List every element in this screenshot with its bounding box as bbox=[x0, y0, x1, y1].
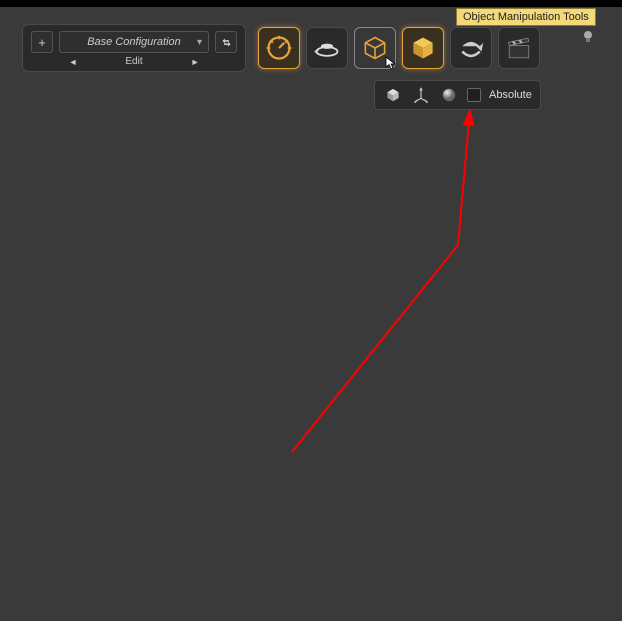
pivot-mode-button[interactable] bbox=[411, 85, 431, 105]
configuration-panel: + Base Configuration ◄ Edit ► bbox=[22, 24, 246, 72]
prev-config-arrow[interactable]: ◄ bbox=[68, 57, 77, 67]
svg-text:VISUALIZE: VISUALIZE bbox=[260, 397, 306, 429]
refresh-icon bbox=[220, 36, 233, 49]
refresh-button[interactable] bbox=[215, 31, 237, 53]
axes-icon bbox=[412, 86, 430, 104]
render-quality-button[interactable] bbox=[258, 27, 300, 69]
main-toolbar: + Base Configuration ◄ Edit ► bbox=[22, 24, 540, 72]
animation-button[interactable] bbox=[498, 27, 540, 69]
turntable-button[interactable] bbox=[306, 27, 348, 69]
sphere-icon bbox=[440, 86, 458, 104]
gizmo bbox=[155, 348, 415, 554]
svg-text:S: S bbox=[436, 460, 442, 472]
next-config-arrow[interactable]: ► bbox=[191, 57, 200, 67]
configuration-dropdown[interactable]: Base Configuration bbox=[59, 31, 209, 53]
edit-label[interactable]: Edit bbox=[125, 56, 142, 67]
turntable-icon bbox=[313, 34, 341, 62]
tool-buttons bbox=[258, 27, 540, 69]
selection-tool-button[interactable] bbox=[354, 27, 396, 69]
add-config-button[interactable]: + bbox=[31, 31, 53, 53]
move-mode-button[interactable] bbox=[383, 85, 403, 105]
dial-icon bbox=[265, 34, 293, 62]
svg-text:SOLIDWORKS: SOLIDWORKS bbox=[263, 378, 321, 417]
clapper-icon bbox=[506, 35, 532, 61]
sphere-mode-button[interactable] bbox=[439, 85, 459, 105]
svg-text:S: S bbox=[328, 369, 335, 384]
object-manipulation-button[interactable] bbox=[402, 27, 444, 69]
absolute-checkbox[interactable] bbox=[467, 88, 481, 102]
wireframe-cube-icon bbox=[361, 34, 389, 62]
absolute-label: Absolute bbox=[489, 89, 532, 101]
manipulation-sub-toolbar: Absolute bbox=[374, 80, 541, 110]
camera-tool-button[interactable] bbox=[450, 27, 492, 69]
rotate-arrow-icon bbox=[457, 34, 485, 62]
window-topbar bbox=[0, 0, 622, 7]
cube-small-icon bbox=[384, 86, 402, 104]
configuration-label: Base Configuration bbox=[87, 36, 181, 48]
light-indicator-icon bbox=[582, 30, 594, 44]
solid-cube-icon bbox=[409, 34, 437, 62]
